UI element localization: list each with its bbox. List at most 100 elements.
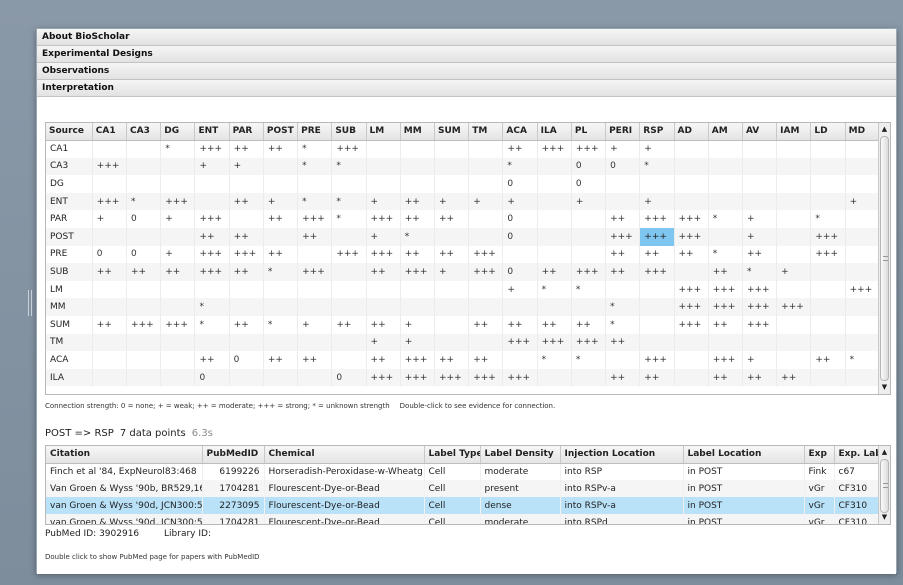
matrix-cell[interactable] (810, 333, 846, 352)
evidence-header-chemical[interactable]: Chemical (264, 446, 425, 464)
matrix-cell[interactable]: + (468, 192, 504, 211)
matrix-cell[interactable]: + (160, 210, 196, 228)
matrix-cell[interactable] (92, 227, 128, 246)
matrix-cell[interactable]: * (810, 210, 846, 228)
matrix-cell[interactable] (194, 280, 230, 299)
matrix-cell[interactable]: ++ (605, 245, 641, 264)
matrix-cell[interactable]: ++ (366, 315, 401, 334)
matrix-cell[interactable]: ++ (400, 245, 435, 264)
matrix-cell[interactable]: ++ (297, 227, 333, 246)
matrix-cell[interactable] (92, 140, 128, 158)
matrix-header-mm[interactable]: MM (400, 123, 435, 141)
matrix-cell[interactable] (639, 280, 675, 299)
accordion-about-bioscholar[interactable]: About BioScholar (37, 29, 896, 46)
matrix-cell[interactable] (776, 140, 812, 158)
matrix-cell[interactable] (263, 157, 299, 176)
matrix-cell[interactable]: +++ (331, 140, 367, 158)
matrix-header-rsp[interactable]: RSP (639, 123, 675, 141)
matrix-cell[interactable] (400, 298, 435, 316)
matrix-header-am[interactable]: AM (708, 123, 743, 141)
matrix-cell[interactable]: +++ (537, 140, 572, 158)
matrix-cell[interactable]: +++ (229, 245, 264, 264)
matrix-cell[interactable]: + (845, 192, 881, 211)
matrix-cell[interactable]: +++ (810, 227, 846, 246)
evidence-header-injection-location[interactable]: Injection Location (560, 446, 684, 464)
matrix-header-source[interactable]: Source (46, 123, 93, 141)
matrix-cell[interactable] (434, 280, 470, 299)
matrix-cell[interactable] (468, 210, 504, 228)
matrix-cell[interactable] (571, 227, 607, 246)
matrix-cell[interactable] (674, 263, 709, 281)
matrix-cell[interactable]: +++ (674, 280, 709, 299)
matrix-cell[interactable] (810, 280, 846, 299)
matrix-cell[interactable] (468, 333, 504, 352)
matrix-cell[interactable]: ++ (605, 263, 641, 281)
matrix-cell[interactable] (434, 298, 470, 316)
matrix-cell[interactable]: ++ (776, 368, 812, 387)
matrix-cell[interactable] (810, 175, 846, 193)
matrix-cell[interactable]: ++ (537, 263, 572, 281)
matrix-cell[interactable]: + (400, 333, 435, 352)
matrix-cell[interactable]: ++ (434, 210, 470, 228)
matrix-cell[interactable]: 0 (331, 368, 367, 387)
matrix-cell[interactable] (845, 298, 881, 316)
matrix-cell[interactable] (297, 245, 333, 264)
matrix-cell[interactable] (160, 368, 196, 387)
matrix-header-tm[interactable]: TM (468, 123, 504, 141)
matrix-header-par[interactable]: PAR (229, 123, 264, 141)
matrix-cell[interactable] (229, 210, 264, 228)
matrix-cell[interactable]: * (331, 210, 367, 228)
matrix-cell[interactable]: +++ (92, 157, 128, 176)
matrix-cell[interactable] (639, 315, 675, 334)
matrix-cell[interactable]: + (366, 333, 401, 352)
matrix-cell[interactable]: +++ (674, 298, 709, 316)
matrix-cell[interactable]: * (126, 192, 162, 211)
matrix-cell[interactable] (297, 280, 333, 299)
matrix-cell[interactable]: +++ (126, 315, 162, 334)
matrix-cell[interactable] (297, 175, 333, 193)
matrix-cell[interactable] (537, 298, 572, 316)
matrix-cell[interactable] (845, 368, 881, 387)
matrix-cell[interactable]: ++ (502, 315, 538, 334)
evidence-header-citation[interactable]: Citation (46, 446, 203, 464)
scroll-up-arrow-icon[interactable]: ▲ (879, 447, 890, 458)
evidence-row[interactable]: van Groen & Wyss '90d, JCN300:5 1704281 Fl… (46, 514, 881, 524)
matrix-cell[interactable]: +++ (810, 245, 846, 264)
matrix-cell[interactable] (194, 333, 230, 352)
matrix-cell[interactable] (674, 333, 709, 352)
matrix-cell[interactable]: + (742, 227, 778, 246)
matrix-cell[interactable]: + (366, 227, 401, 246)
matrix-cell[interactable]: ++ (708, 315, 743, 334)
matrix-cell[interactable] (708, 175, 743, 193)
matrix-cell[interactable]: + (160, 245, 196, 264)
evidence-header-exp-lab[interactable]: Exp. Lab (834, 446, 881, 464)
matrix-cell[interactable]: + (742, 351, 778, 369)
matrix-cell[interactable] (160, 333, 196, 352)
matrix-cell[interactable]: * (194, 315, 230, 334)
matrix-cell[interactable] (674, 351, 709, 369)
matrix-cell[interactable]: + (434, 192, 470, 211)
matrix-cell[interactable] (331, 280, 367, 299)
matrix-cell[interactable] (537, 210, 572, 228)
matrix-cell[interactable] (776, 245, 812, 264)
evidence-vertical-scrollbar[interactable]: ▲ ▼ (878, 446, 890, 524)
matrix-cell[interactable]: 0 (194, 368, 230, 387)
matrix-cell[interactable]: +++ (708, 280, 743, 299)
matrix-cell[interactable]: * (605, 298, 641, 316)
matrix-cell[interactable]: ++ (263, 140, 299, 158)
matrix-cell[interactable] (810, 192, 846, 211)
matrix-cell[interactable]: ++ (708, 263, 743, 281)
matrix-cell[interactable] (674, 192, 709, 211)
matrix-cell[interactable]: + (92, 210, 128, 228)
matrix-cell[interactable]: +++ (674, 227, 709, 246)
matrix-cell[interactable]: * (331, 157, 367, 176)
matrix-cell[interactable]: ++ (366, 351, 401, 369)
matrix-cell[interactable] (126, 298, 162, 316)
matrix-cell[interactable] (845, 315, 881, 334)
matrix-cell[interactable]: ++ (92, 263, 128, 281)
matrix-cell[interactable] (229, 175, 264, 193)
matrix-cell[interactable]: +++ (194, 263, 230, 281)
matrix-cell[interactable] (674, 140, 709, 158)
matrix-cell[interactable]: * (845, 351, 881, 369)
matrix-cell[interactable]: ++ (229, 192, 264, 211)
